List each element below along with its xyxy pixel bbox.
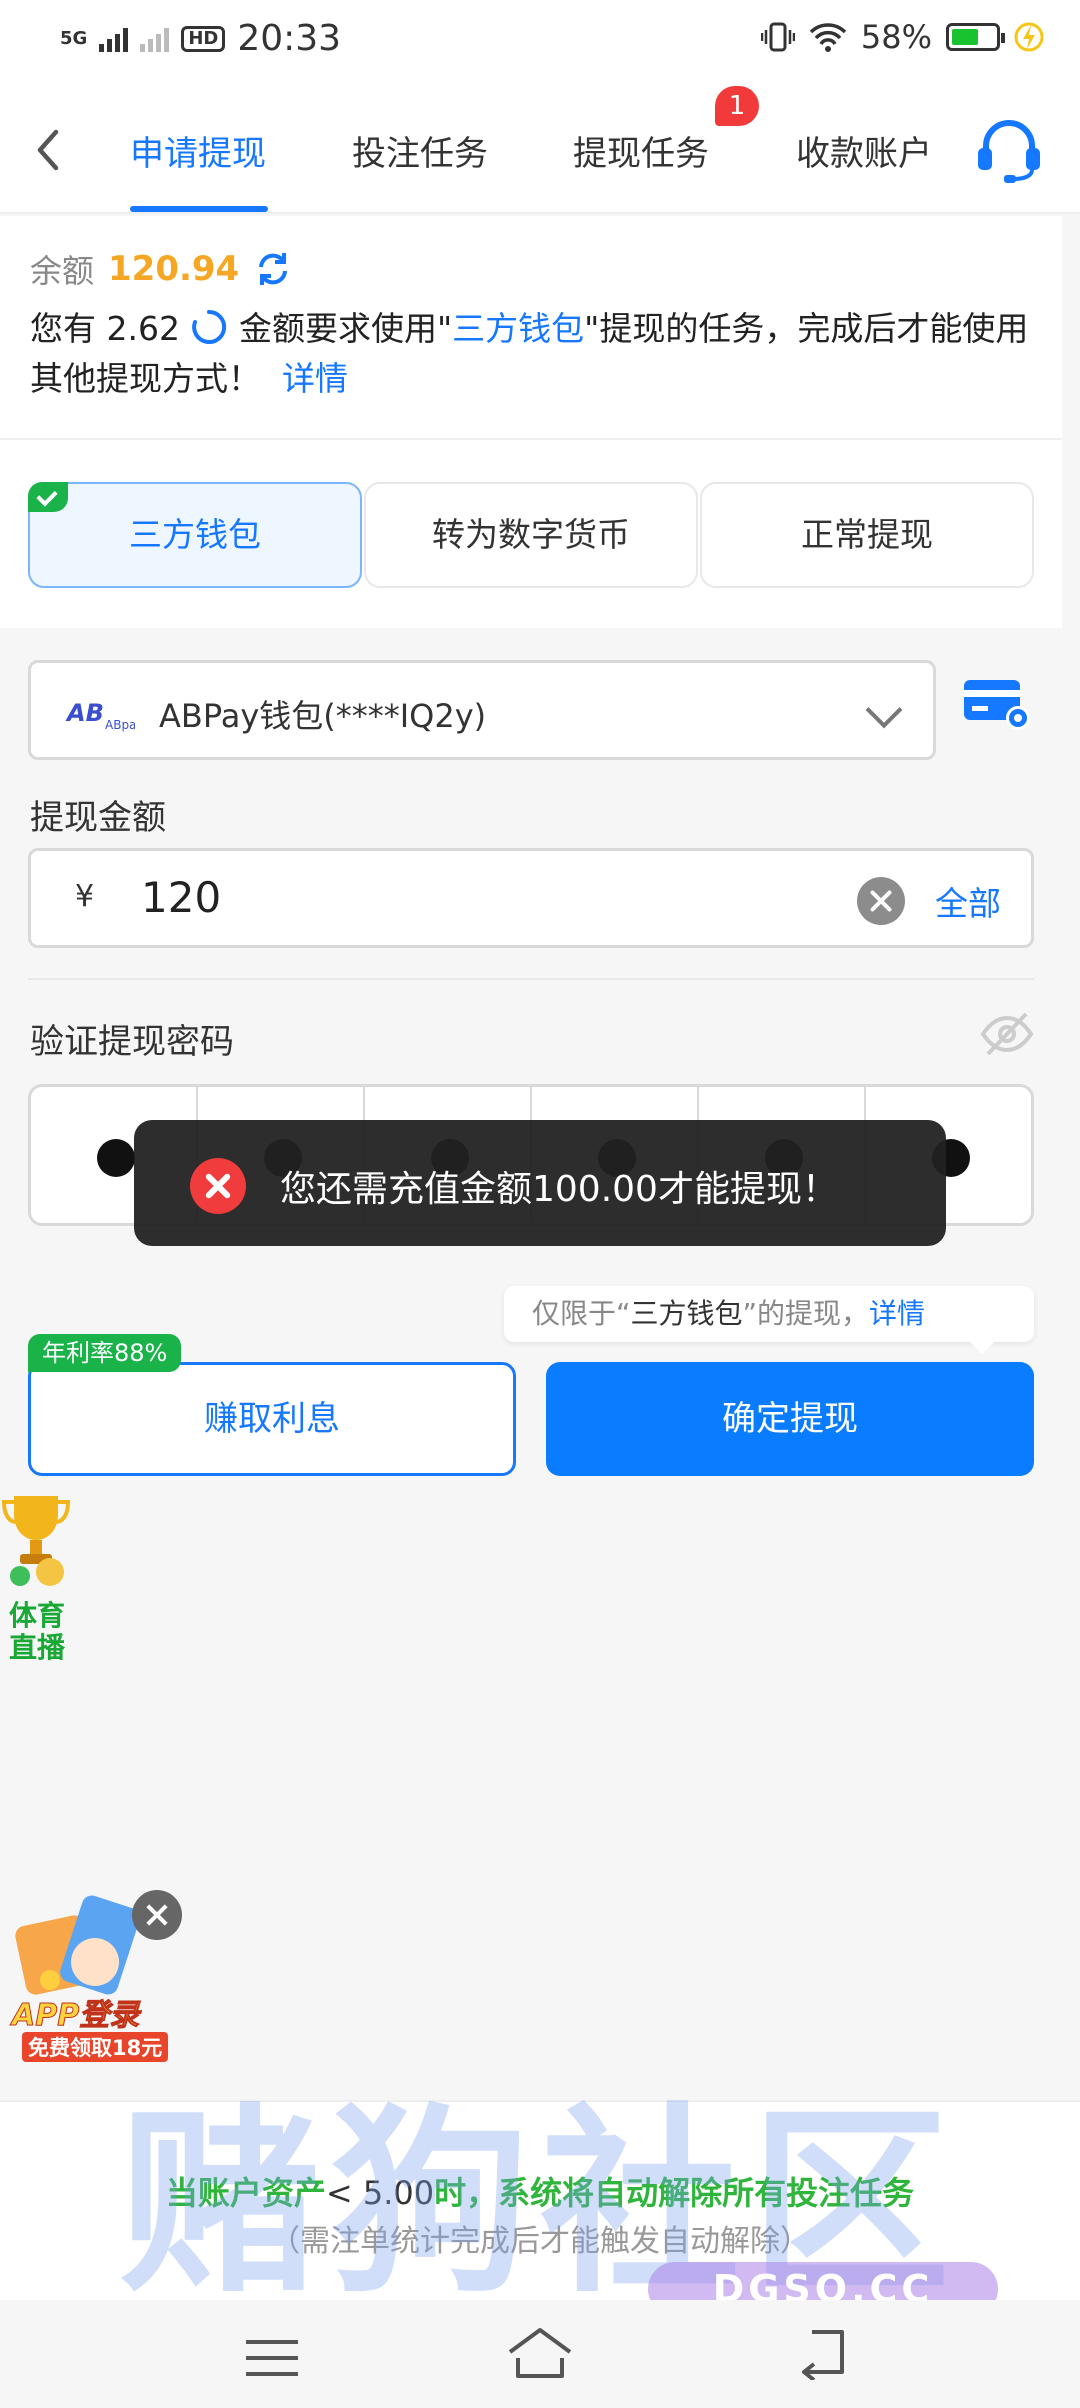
withdraw-method-section: 三方钱包 转为数字货币 正常提现 bbox=[0, 438, 1062, 628]
menu-icon[interactable] bbox=[246, 2340, 298, 2376]
tab-apply-withdraw[interactable]: 申请提现 bbox=[130, 126, 266, 175]
tip-highlight: 三方钱包 bbox=[630, 1297, 743, 1330]
tab-bet-tasks[interactable]: 投注任务 bbox=[352, 126, 488, 175]
tip-prefix: 仅限于“ bbox=[532, 1297, 631, 1330]
interest-rate-badge: 年利率88% bbox=[28, 1334, 182, 1372]
tip-suffix: ”的提现， bbox=[742, 1297, 870, 1330]
status-time: 20:33 bbox=[237, 18, 342, 59]
tab-receive-accounts[interactable]: 收款账户 bbox=[796, 126, 932, 175]
loading-icon bbox=[192, 309, 227, 344]
method-label: 三方钱包 bbox=[129, 515, 261, 554]
balance-label: 余额 bbox=[30, 252, 95, 290]
amount-label: 提现金额 bbox=[30, 798, 166, 838]
toast-message: 您还需充值金额100.00才能提现！ bbox=[280, 1169, 838, 1210]
check-icon bbox=[28, 482, 68, 512]
balance-value: 120.94 bbox=[108, 249, 240, 289]
wallet-select-value: ABPay钱包(****IQ2y) bbox=[159, 697, 487, 735]
currency-symbol: ¥ bbox=[75, 879, 95, 914]
hd-icon: HD bbox=[181, 25, 226, 52]
refresh-icon[interactable] bbox=[253, 249, 293, 289]
amount-field[interactable]: ¥ 120 全部 bbox=[28, 848, 1034, 948]
notice-highlight: 三方钱包 bbox=[452, 309, 585, 348]
wifi-icon bbox=[809, 23, 847, 52]
chevron-down-icon bbox=[865, 691, 903, 729]
network-type: 5G bbox=[60, 27, 88, 49]
battery-icon bbox=[946, 23, 1005, 51]
active-tab-indicator bbox=[130, 206, 268, 212]
method-normal-withdraw[interactable]: 正常提现 bbox=[700, 482, 1034, 588]
app-login-title[interactable]: APP登录 bbox=[11, 1990, 139, 2034]
svg-text:AB: AB bbox=[65, 699, 104, 727]
earn-interest-button[interactable]: 赚取利息 bbox=[28, 1362, 516, 1476]
back-nav-icon[interactable] bbox=[794, 2324, 850, 2380]
notice-text-mid: 金额要求使用" bbox=[228, 309, 453, 348]
notice-amount: 您有 2.62 bbox=[30, 309, 180, 348]
system-nav-bar bbox=[0, 2300, 1080, 2408]
error-toast: 您还需充值金额100.00才能提现！ bbox=[134, 1120, 946, 1246]
amount-input[interactable]: 120 bbox=[141, 873, 221, 922]
password-label: 验证提现密码 bbox=[30, 1022, 234, 1062]
method-digital-currency[interactable]: 转为数字货币 bbox=[364, 482, 698, 588]
divider bbox=[28, 978, 1034, 980]
battery-percent: 58% bbox=[860, 18, 932, 56]
home-icon[interactable] bbox=[506, 2322, 574, 2382]
method-third-party-wallet[interactable]: 三方钱包 bbox=[28, 482, 362, 588]
confirm-withdraw-button[interactable]: 确定提现 bbox=[546, 1362, 1034, 1476]
abpay-logo: AB ABpay bbox=[65, 699, 135, 732]
top-nav: 申请提现 投注任务 提现任务 1 收款账户 bbox=[0, 86, 1080, 214]
wallet-select[interactable]: AB ABpay ABPay钱包(****IQ2y) bbox=[28, 660, 936, 760]
task-notice: 您有 2.62 金额要求使用"三方钱包"提现的任务，完成后才能使用其他提现方式！… bbox=[30, 304, 1040, 404]
vibrate-icon bbox=[760, 22, 795, 52]
signal-icon-secondary bbox=[140, 26, 170, 52]
customer-service-icon[interactable] bbox=[974, 114, 1044, 184]
method-label: 正常提现 bbox=[801, 515, 933, 554]
notification-badge: 1 bbox=[715, 86, 759, 126]
signal-icon bbox=[99, 26, 129, 52]
wallet-tip: 仅限于“三方钱包”的提现，详情 bbox=[504, 1286, 1034, 1354]
charging-icon bbox=[1014, 22, 1044, 52]
tip-details-link[interactable]: 详情 bbox=[869, 1297, 925, 1330]
back-icon[interactable] bbox=[24, 120, 74, 180]
card-settings-icon[interactable] bbox=[962, 676, 1034, 734]
close-icon[interactable] bbox=[132, 1890, 182, 1940]
sports-live-label[interactable]: 体育直播 bbox=[2, 1600, 72, 1664]
method-label: 转为数字货币 bbox=[432, 515, 630, 554]
battery-fill bbox=[952, 29, 978, 45]
pin-dot bbox=[97, 1139, 135, 1177]
withdraw-all-button[interactable]: 全部 bbox=[935, 877, 1001, 925]
status-bar: 5G HD 20:33 58% bbox=[0, 0, 1080, 86]
tab-withdraw-tasks[interactable]: 提现任务 bbox=[573, 126, 709, 175]
eye-off-icon[interactable] bbox=[980, 1010, 1034, 1058]
notice-details-link[interactable]: 详情 bbox=[282, 359, 348, 398]
error-icon bbox=[190, 1158, 246, 1214]
svg-text:ABpay: ABpay bbox=[105, 718, 135, 732]
balance-section: 余额 120.94 您有 2.62 金额要求使用"三方钱包"提现的任务，完成后才… bbox=[0, 216, 1062, 438]
clear-icon[interactable] bbox=[857, 877, 905, 925]
